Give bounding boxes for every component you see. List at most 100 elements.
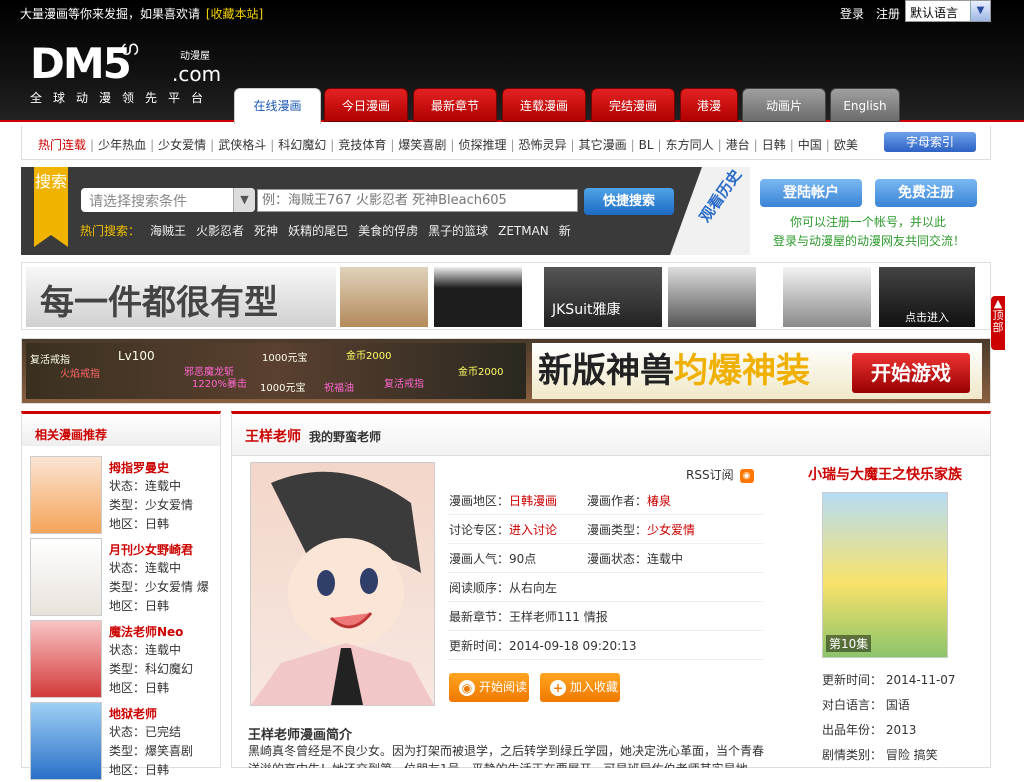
author-link[interactable]: 椿泉 [647,494,671,508]
category-link[interactable]: 欧美 [834,138,858,152]
forum-link[interactable]: 进入讨论 [509,523,557,537]
separator: | [510,138,515,152]
fashion-ad-tag: JKSuit雅康 [552,302,621,318]
genre-link[interactable]: 少女爱情 [647,523,695,537]
category-link[interactable]: 少女爱情 [158,138,206,152]
divider [448,514,763,515]
manga-cover-thumb[interactable] [30,620,102,698]
account-note-2: 登录与动漫屋的动漫网友共同交流！ [773,234,966,248]
hot-search-link[interactable]: 美食的俘虏 [358,224,418,238]
bookmark-link[interactable]: [收藏本站] [206,7,263,21]
related-anime-title[interactable]: 小瑞与大魔王之快乐家族 [780,464,990,484]
watch-history-label: 观看历史 [695,166,746,226]
start-reading-button[interactable]: ◉ 开始阅读 [449,673,529,702]
add-favorite-button[interactable]: + 加入收藏 [540,673,620,702]
category-link[interactable]: 侦探推理 [458,138,506,152]
fashion-ad-banner[interactable]: 每一件都很有型 JKSuit雅康 点击进入 [21,262,991,330]
fashion-ad-headline: 每一件都很有型 [40,283,278,323]
list-item[interactable]: 拇指罗曼史 状态：连载中 类型：少女爱情 地区：日韩 [30,456,220,536]
category-link[interactable]: 武侠格斗 [218,138,266,152]
category-link[interactable]: 热门连载 [38,138,86,152]
back-to-top-button[interactable]: ▲ 顶部 [991,296,1005,350]
tab-hk-manga[interactable]: 港漫 [680,88,738,122]
hot-search-link[interactable]: ZETMAN [498,224,549,238]
category-link[interactable]: 中国 [798,138,822,152]
rss-subscribe-link[interactable]: RSS订阅 ◉ [686,466,754,483]
divider [448,572,763,573]
category-link[interactable]: 少年热血 [98,138,146,152]
search-input[interactable] [257,189,578,212]
region-link[interactable]: 日韩漫画 [509,494,557,508]
game-ad-label: 复活戒指 [30,355,70,366]
login-link[interactable]: 登录 [840,5,864,22]
tab-completed[interactable]: 完结漫画 [591,88,675,122]
plus-icon: + [550,679,566,696]
category-link[interactable]: 日韩 [762,138,786,152]
chevron-down-icon[interactable]: ▼ [970,1,990,21]
hot-search-link[interactable]: 黑子的篮球 [428,224,488,238]
category-link[interactable]: 港台 [726,138,750,152]
category-link[interactable]: 竞技体育 [338,138,386,152]
search-condition-select[interactable]: 请选择搜索条件 ▼ [81,188,255,212]
ad-enter-button[interactable]: 点击进入 [879,267,975,327]
manga-cover-thumb[interactable] [30,538,102,616]
fashion-ad-headline-box: 每一件都很有型 [26,267,336,327]
manga-title-link[interactable]: 月刊少女野崎君 [109,541,193,558]
game-ad-label: 金币2000 [346,351,392,362]
account-panel: 登陆帐户 免费注册 你可以注册一个帐号，并以此 登录与动漫屋的动漫网友共同交流！ [750,167,991,255]
chevron-down-icon[interactable]: ▼ [233,188,255,212]
synopsis-text: 黑崎真冬曾经是不良少女。因为打架而被退学，之后转学到绿丘学园，她决定洗心革面，当… [248,744,765,768]
manga-title-link[interactable]: 拇指罗曼史 [109,459,169,476]
login-account-button[interactable]: 登陆帐户 [760,179,862,207]
free-register-button[interactable]: 免费注册 [875,179,977,207]
logo-brand: DM5 [30,39,132,88]
category-link[interactable]: BL [639,138,654,152]
tab-latest-chapters[interactable]: 最新章节 [413,88,497,122]
tab-serializing[interactable]: 连载漫画 [502,88,586,122]
tab-online-manga[interactable]: 在线漫画 [234,88,321,124]
category-link[interactable]: 恐怖灵异 [519,138,567,152]
manga-cover-thumb[interactable] [30,456,102,534]
popularity-field: 漫画人气：90点 [449,552,537,566]
list-item[interactable]: 月刊少女野崎君 状态：连载中 类型：少女爱情 爆 地区：日韩 [30,538,220,618]
related-anime-cover[interactable]: 第10集 [822,492,948,658]
separator: | [210,138,215,152]
dragon-icon: ഗ [120,36,139,60]
register-link[interactable]: 注册 [876,5,900,22]
game-ad-label: 复活戒指 [384,379,424,390]
author-field: 漫画作者：椿泉 [587,492,671,509]
tab-english[interactable]: English [830,88,900,122]
hot-search-link[interactable]: 死神 [254,224,278,238]
quick-search-button[interactable]: 快捷搜索 [584,188,674,215]
list-item[interactable]: 魔法老师Neo 状态：连载中 类型：科幻魔幻 地区：日韩 [30,620,220,700]
tab-anime[interactable]: 动画片 [742,88,826,122]
manga-cover-thumb[interactable] [30,702,102,780]
manga-region: 地区：日韩 [109,599,170,613]
category-link[interactable]: 科幻魔幻 [278,138,326,152]
alpha-index-button[interactable]: 字母索引 [884,132,976,152]
update-time-field: 更新时间：2014-09-18 09:20:13 [449,639,637,653]
language-select[interactable]: 默认语言 ▼ [905,0,991,22]
category-link[interactable]: 东方同人 [666,138,714,152]
add-favorite-label: 加入收藏 [570,680,619,694]
game-ad-banner[interactable]: 复活戒指 火焰戒指 Lv100 邪恶魔龙斩 1220%暴击 1000元宝 金币2… [21,338,991,404]
separator: | [825,138,830,152]
ad-coat-image [668,267,756,327]
site-logo[interactable]: DM5 ഗ 动漫屋 .com 全球动漫领先平台 [30,36,230,106]
category-link[interactable]: 其它漫画 [579,138,627,152]
list-item[interactable]: 地狱老师 状态：已完结 类型：爆笑喜剧 地区：日韩 [30,702,220,782]
hot-search-link[interactable]: 火影忍者 [196,224,244,238]
latest-chapter-link[interactable]: 王样老师111 情报 [509,610,608,624]
category-link[interactable]: 爆笑喜剧 [398,138,446,152]
latest-chapter-label: 最新章节： [449,610,510,624]
tab-today-manga[interactable]: 今日漫画 [324,88,408,122]
genre-field: 漫画类型：少女爱情 [587,521,695,538]
manga-title-link[interactable]: 魔法老师Neo [109,623,183,640]
hot-search-link[interactable]: 妖精的尾巴 [288,224,348,238]
start-game-button[interactable]: 开始游戏 [852,353,970,393]
game-ad-label: 祝福油 [324,383,354,394]
hot-search-link[interactable]: 新 [559,224,571,238]
manga-title-link[interactable]: 地狱老师 [109,705,157,722]
game-ad-headline-b: 均爆神装 [674,351,810,391]
hot-search-link[interactable]: 海贼王 [150,224,186,238]
